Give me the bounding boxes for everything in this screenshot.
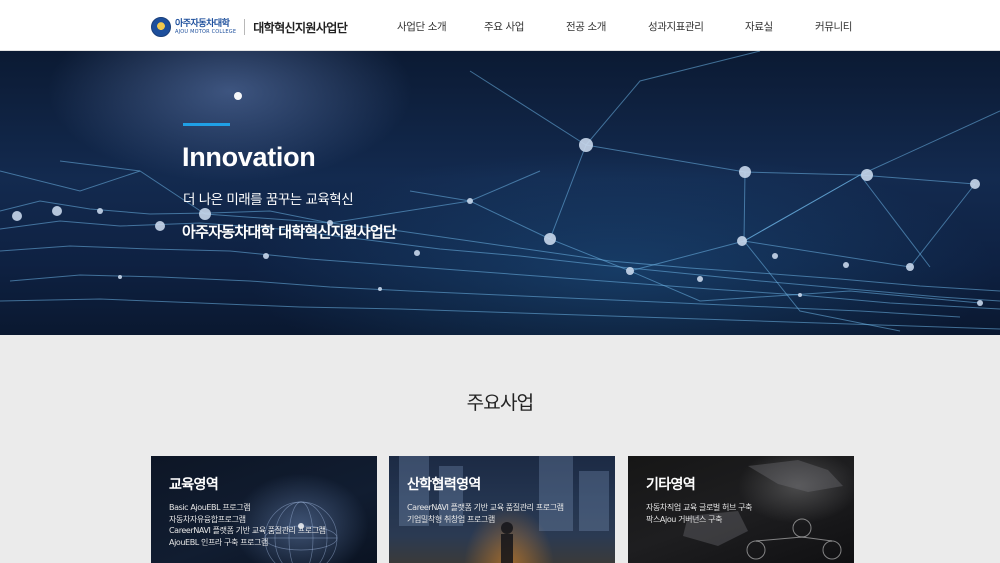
card-item: CareerNAVI 플랫폼 기반 교육 품질관리 프로그램 xyxy=(169,526,326,535)
card-industry[interactable]: 산학협력영역 CareerNAVI 플랫폼 기반 교육 품질관리 프로그램 기업… xyxy=(389,456,615,563)
card-item: 기업밀착형 취창업 프로그램 xyxy=(407,514,495,524)
hero-banner: Innovation 더 나은 미래를 꿈꾸는 교육혁신 아주자동차대학 대학혁… xyxy=(0,51,1000,335)
site-header: 아주자동차대학 AJOU MOTOR COLLEGE 대학혁신지원사업단 사업단… xyxy=(0,0,1000,51)
card-item: Basic AjouEBL 프로그램 xyxy=(169,503,251,512)
card-industry-items: CareerNAVI 플랫폼 기반 교육 품질관리 프로그램 기업밀착형 취창업… xyxy=(407,502,564,525)
hero-subtitle: 더 나은 미래를 꿈꾸는 교육혁신 xyxy=(183,192,354,208)
hero-heading: Innovation xyxy=(182,142,316,172)
hero-tagline: 아주자동차대학 대학혁신지원사업단 xyxy=(182,223,397,241)
main-nav: 사업단 소개 주요 사업 전공 소개 성과지표관리 자료실 커뮤니티 xyxy=(0,19,1000,33)
card-other[interactable]: 기타영역 자동차직업 교육 글로벌 허브 구축 팍스Ajou 거버넌스 구축 xyxy=(628,456,854,563)
card-other-items: 자동차직업 교육 글로벌 허브 구축 팍스Ajou 거버넌스 구축 xyxy=(646,502,752,525)
section-title: 주요사업 xyxy=(466,392,535,414)
card-item: 팍스Ajou 거버넌스 구축 xyxy=(646,514,723,524)
hero-accent-bar xyxy=(183,123,230,126)
card-item: 자동차직업 교육 글로벌 허브 구축 xyxy=(646,503,753,512)
card-industry-title: 산학협력영역 xyxy=(407,477,481,493)
card-item: CareerNAVI 플랫폼 기반 교육 품질관리 프로그램 xyxy=(407,503,564,512)
nav-item-performance[interactable]: 성과지표관리 xyxy=(648,19,704,34)
card-item: 자동차자유융합프로그램 xyxy=(169,514,246,524)
nav-item-community[interactable]: 커뮤니티 xyxy=(815,19,852,34)
card-education-title: 교육영역 xyxy=(169,477,219,493)
nav-item-resources[interactable]: 자료실 xyxy=(745,19,773,34)
nav-item-about[interactable]: 사업단 소개 xyxy=(397,19,447,34)
card-other-title: 기타영역 xyxy=(646,477,696,493)
card-item: AjouEBL 인프라 구축 프로그램 xyxy=(169,537,268,547)
nav-item-majors[interactable]: 전공 소개 xyxy=(566,19,606,34)
nav-item-projects[interactable]: 주요 사업 xyxy=(484,19,524,34)
card-education-items: Basic AjouEBL 프로그램 자동차자유융합프로그램 CareerNAV… xyxy=(169,502,326,548)
card-education[interactable]: 교육영역 Basic AjouEBL 프로그램 자동차자유융합프로그램 Care… xyxy=(151,456,377,563)
network-background xyxy=(0,51,1000,332)
